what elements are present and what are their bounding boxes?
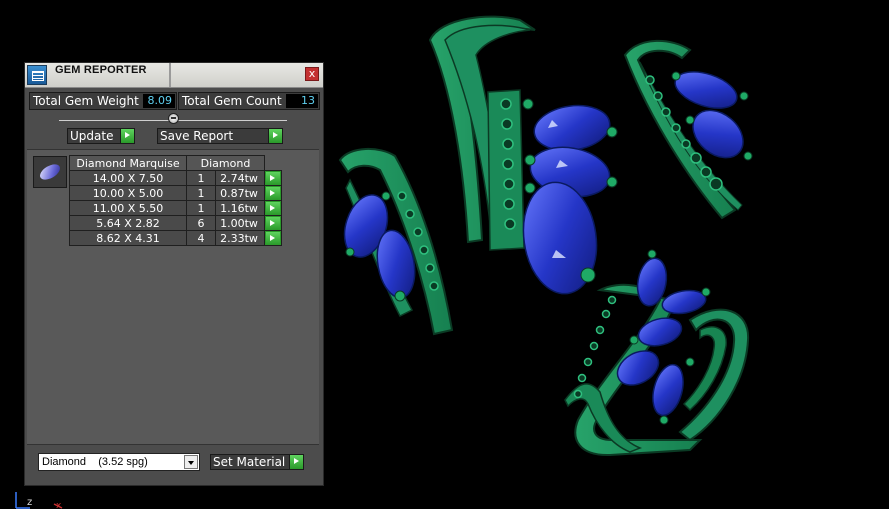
header-shape: Diamond Marquise — [69, 155, 187, 171]
panel-titlebar[interactable]: GEM REPORTER x — [25, 63, 323, 88]
gem-count: 1 — [186, 170, 216, 186]
go-arrow-icon[interactable] — [120, 129, 134, 143]
gem-size: 10.00 X 5.00 — [69, 185, 187, 201]
close-icon[interactable]: x — [305, 67, 319, 81]
marquise-gem-icon[interactable] — [33, 156, 67, 188]
gem-weight: 2.74tw — [215, 170, 265, 186]
total-gem-count-label: Total Gem Count — [182, 94, 282, 108]
table-row[interactable]: 11.00 X 5.50 1 1.16tw — [69, 200, 282, 216]
gem-size: 11.00 X 5.50 — [69, 200, 187, 216]
panel-title: GEM REPORTER — [55, 64, 147, 76]
row-go-button[interactable] — [264, 215, 282, 231]
gem-table: Diamond Marquise Diamond 14.00 X 7.50 1 … — [69, 155, 282, 246]
total-gem-count-box: Total Gem Count 13 — [178, 92, 320, 110]
update-button[interactable]: Update — [67, 128, 135, 144]
go-arrow-icon[interactable] — [266, 216, 280, 230]
table-row[interactable]: 10.00 X 5.00 1 0.87tw — [69, 185, 282, 201]
gem-count: 1 — [186, 185, 216, 201]
set-material-button[interactable]: Set Material — [210, 454, 304, 470]
material-select-value: Diamond (3.52 spg) — [42, 456, 148, 468]
set-material-button-label: Set Material — [213, 455, 286, 469]
save-report-button[interactable]: Save Report — [157, 128, 283, 144]
total-gem-weight-label: Total Gem Weight — [33, 94, 139, 108]
gem-reporter-app-icon — [27, 65, 47, 85]
dropdown-arrow-icon[interactable] — [184, 455, 198, 469]
gem-size: 8.62 X 4.31 — [69, 230, 187, 246]
gem-weight: 1.00tw — [215, 215, 265, 231]
slider-thumb-icon[interactable] — [168, 113, 179, 124]
row-go-button[interactable] — [264, 230, 282, 246]
table-row[interactable]: 14.00 X 7.50 1 2.74tw — [69, 170, 282, 186]
header-material: Diamond — [186, 155, 265, 171]
axis-label-x: x — [56, 501, 62, 509]
gem-count: 1 — [186, 200, 216, 216]
table-row[interactable]: 5.64 X 2.82 6 1.00tw — [69, 215, 282, 231]
earring-left-model[interactable] — [337, 147, 454, 336]
gem-size: 5.64 X 2.82 — [69, 215, 187, 231]
material-select[interactable]: Diamond (3.52 spg) — [38, 453, 200, 471]
gem-weight: 0.87tw — [215, 185, 265, 201]
pendant-model[interactable] — [428, 15, 618, 299]
go-arrow-icon[interactable] — [289, 455, 303, 469]
total-gem-weight-box: Total Gem Weight 8.09 — [29, 92, 177, 110]
row-go-button[interactable] — [264, 170, 282, 186]
go-arrow-icon[interactable] — [266, 171, 280, 185]
total-gem-weight-value: 8.09 — [143, 94, 175, 108]
gem-reporter-panel: GEM REPORTER x Total Gem Weight 8.09 Tot… — [24, 62, 324, 486]
table-row[interactable]: 8.62 X 4.31 4 2.33tw — [69, 230, 282, 246]
go-arrow-icon[interactable] — [268, 129, 282, 143]
gem-weight: 1.16tw — [215, 200, 265, 216]
gem-table-header: Diamond Marquise Diamond — [69, 155, 282, 171]
earring-right-model[interactable] — [623, 39, 753, 220]
titlebar-divider — [169, 63, 171, 87]
gem-size: 14.00 X 7.50 — [69, 170, 187, 186]
gem-count: 6 — [186, 215, 216, 231]
go-arrow-icon[interactable] — [266, 201, 280, 215]
go-arrow-icon[interactable] — [266, 186, 280, 200]
row-go-button[interactable] — [264, 200, 282, 216]
row-go-button[interactable] — [264, 185, 282, 201]
save-report-button-label: Save Report — [160, 129, 234, 143]
update-button-label: Update — [70, 129, 114, 143]
total-gem-count-value: 13 — [286, 94, 318, 108]
axis-label-z: z — [27, 497, 32, 508]
gem-count: 4 — [186, 230, 216, 246]
axis-gizmo-icon: z x — [15, 492, 63, 509]
go-arrow-icon[interactable] — [266, 231, 280, 245]
gem-weight: 2.33tw — [215, 230, 265, 246]
